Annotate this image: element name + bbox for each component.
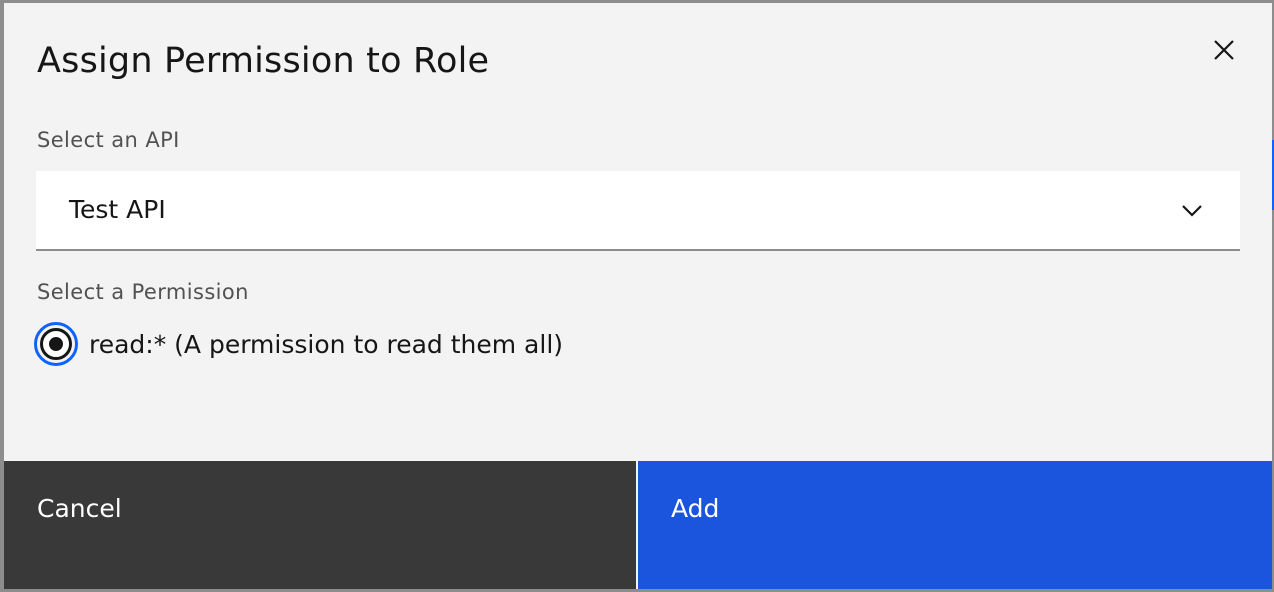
- radio-selected-dot: [49, 337, 63, 351]
- permission-radio[interactable]: [40, 328, 72, 360]
- close-icon: [1214, 40, 1234, 60]
- cancel-button[interactable]: Cancel: [4, 461, 636, 589]
- radio-focus-ring: [34, 322, 78, 366]
- add-button-label: Add: [671, 494, 720, 523]
- close-button[interactable]: [1202, 28, 1246, 72]
- chevron-down-icon: [1182, 205, 1202, 217]
- assign-permission-modal: Assign Permission to Role Select an API …: [4, 3, 1272, 589]
- api-select[interactable]: Test API: [36, 171, 1240, 251]
- cancel-button-label: Cancel: [37, 494, 122, 523]
- modal-footer: Cancel Add: [4, 461, 1272, 589]
- permission-label: Select a Permission: [37, 280, 249, 304]
- permission-option-label: read:* (A permission to read them all): [89, 329, 564, 359]
- add-button[interactable]: Add: [638, 461, 1272, 589]
- api-select-value: Test API: [69, 195, 166, 224]
- modal-title: Assign Permission to Role: [37, 41, 490, 81]
- api-select-label: Select an API: [37, 128, 180, 152]
- permission-option[interactable]: read:* (A permission to read them all): [34, 319, 563, 369]
